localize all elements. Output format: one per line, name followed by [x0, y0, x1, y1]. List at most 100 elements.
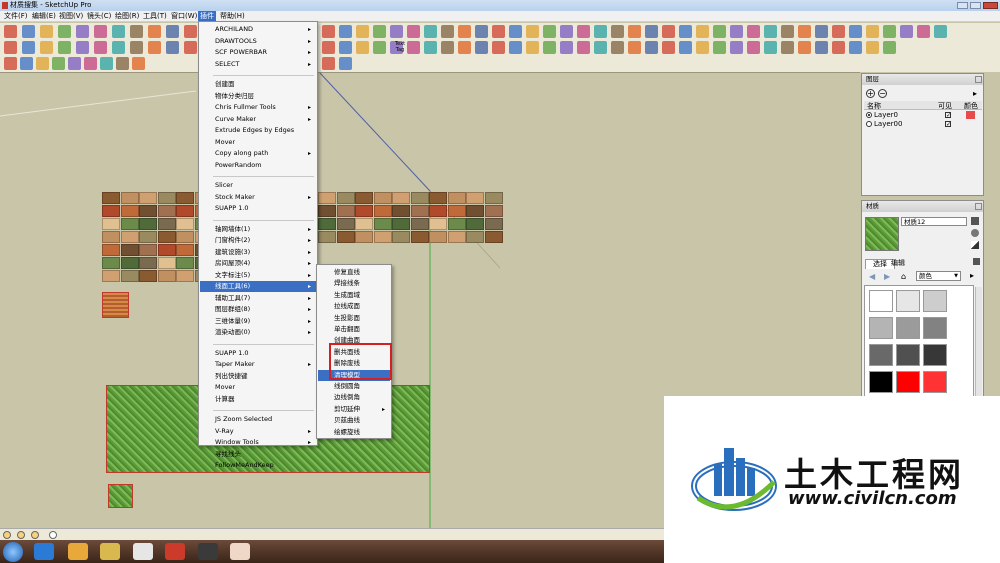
- plugins-menu-item[interactable]: 列出快捷键: [200, 371, 316, 382]
- toolbar-button[interactable]: [509, 25, 522, 38]
- toolbar-button[interactable]: [36, 57, 49, 70]
- sample-paint-icon[interactable]: [971, 241, 979, 249]
- menu-draw[interactable]: 绘图(R): [113, 11, 141, 22]
- color-swatch[interactable]: [923, 290, 947, 312]
- toolbar-button[interactable]: [339, 41, 352, 54]
- toolbar-button[interactable]: [849, 41, 862, 54]
- toolbar-button[interactable]: [560, 25, 573, 38]
- toolbar-button[interactable]: [76, 41, 89, 54]
- color-swatch[interactable]: [896, 290, 920, 312]
- line-tools-menu-item[interactable]: 线倒圆角: [318, 381, 390, 392]
- toolbar-button[interactable]: [441, 25, 454, 38]
- start-icon[interactable]: [3, 542, 23, 562]
- toolbar-button[interactable]: [798, 25, 811, 38]
- toolbar-button[interactable]: [322, 41, 335, 54]
- plugins-menu-item[interactable]: 文字标注(5) ▸: [200, 270, 316, 281]
- toolbar-button[interactable]: [662, 41, 675, 54]
- toolbar-button[interactable]: [184, 41, 197, 54]
- toolbar-button[interactable]: [832, 41, 845, 54]
- line-tools-menu-item[interactable]: 生成面域: [318, 290, 390, 301]
- toolbar-button[interactable]: [441, 41, 454, 54]
- forward-arrow-icon[interactable]: ▶: [884, 272, 890, 281]
- default-material-icon[interactable]: [971, 229, 979, 237]
- panel-close-icon[interactable]: [975, 203, 982, 210]
- toolbar-button[interactable]: [76, 25, 89, 38]
- toolbar-button[interactable]: [645, 25, 658, 38]
- toolbar-button[interactable]: [764, 25, 777, 38]
- toolbar-button[interactable]: [628, 41, 641, 54]
- plugins-menu-item[interactable]: ARCHILAND ▸: [200, 24, 316, 35]
- plugins-menu-item[interactable]: Copy along path ▸: [200, 148, 316, 159]
- line-tools-menu-item[interactable]: 剪切延伸 ▸: [318, 404, 390, 415]
- toolbar-button[interactable]: [577, 25, 590, 38]
- menu-camera[interactable]: 镜头(C): [85, 11, 113, 22]
- line-tools-menu-item[interactable]: 绘螺旋线: [318, 427, 390, 438]
- toolbar-button[interactable]: [900, 25, 913, 38]
- toolbar-button[interactable]: [94, 25, 107, 38]
- toolbar-button[interactable]: [849, 25, 862, 38]
- toolbar-button[interactable]: [58, 25, 71, 38]
- plugins-menu-item[interactable]: 辅助工具(7) ▸: [200, 293, 316, 304]
- toolbar-button[interactable]: [543, 25, 556, 38]
- toolbar-button[interactable]: [730, 25, 743, 38]
- panel-close-icon[interactable]: [975, 76, 982, 83]
- line-tools-menu-item[interactable]: 修复直线: [318, 267, 390, 278]
- toolbar-button[interactable]: [424, 41, 437, 54]
- color-swatch[interactable]: [869, 344, 893, 366]
- toolbar-button[interactable]: [166, 25, 179, 38]
- toolbar-button[interactable]: [407, 41, 420, 54]
- toolbar-button[interactable]: [373, 25, 386, 38]
- plugins-menu-item[interactable]: SUAPP 1.0: [200, 203, 316, 214]
- color-swatch[interactable]: [896, 371, 920, 393]
- toolbar-button[interactable]: [4, 41, 17, 54]
- minimize-icon[interactable]: [957, 2, 968, 9]
- toolbar-button[interactable]: [390, 25, 403, 38]
- plugins-menu-item[interactable]: V-Ray ▸: [200, 426, 316, 437]
- toolbar-button[interactable]: [815, 25, 828, 38]
- library-select[interactable]: 颜色 ▼: [916, 271, 961, 281]
- explorer-icon[interactable]: [100, 543, 120, 560]
- toolbar-button[interactable]: [22, 41, 35, 54]
- toolbar-button[interactable]: [130, 25, 143, 38]
- toolbar-button[interactable]: [492, 41, 505, 54]
- plugins-menu-item[interactable]: 门窗构件(2) ▸: [200, 235, 316, 246]
- active-layer-radio[interactable]: [866, 121, 872, 127]
- details-arrow-icon[interactable]: ▸: [973, 89, 977, 98]
- toolbar-button[interactable]: [883, 25, 896, 38]
- toolbar-button[interactable]: [58, 41, 71, 54]
- toolbar-button[interactable]: [713, 41, 726, 54]
- visible-checkbox[interactable]: ✓: [945, 121, 951, 128]
- menu-view[interactable]: 视图(V): [57, 11, 85, 22]
- toolbar-button[interactable]: [458, 25, 471, 38]
- toolbar-button[interactable]: [356, 41, 369, 54]
- plugins-menu-item[interactable]: JS Zoom Selected: [200, 414, 316, 425]
- plugins-menu-item[interactable]: Slicer: [200, 180, 316, 191]
- plugins-menu-item[interactable]: 计算器: [200, 394, 316, 405]
- layer-color-swatch[interactable]: [966, 111, 975, 119]
- toolbar-button[interactable]: [764, 41, 777, 54]
- plugins-menu-item[interactable]: 物体分类归层: [200, 91, 316, 102]
- plugins-menu-item[interactable]: Stock Maker ▸: [200, 192, 316, 203]
- toolbar-button[interactable]: [148, 41, 161, 54]
- toolbar-button[interactable]: [322, 57, 335, 70]
- line-tools-menu-item[interactable]: 生投影面: [318, 313, 390, 324]
- outlook-icon[interactable]: [68, 543, 88, 560]
- toolbar-button[interactable]: [662, 25, 675, 38]
- plugins-menu-item[interactable]: Taper Maker ▸: [200, 359, 316, 370]
- toolbar-button[interactable]: [832, 25, 845, 38]
- toolbar-button[interactable]: [4, 25, 17, 38]
- add-layer-icon[interactable]: +: [866, 89, 875, 98]
- layer-row[interactable]: Layer00 ✓: [864, 120, 982, 129]
- ie-icon[interactable]: [34, 543, 54, 560]
- toolbar-button[interactable]: [526, 25, 539, 38]
- toolbar-button[interactable]: [526, 41, 539, 54]
- toolbar-button[interactable]: [132, 57, 145, 70]
- toolbar-button[interactable]: [356, 25, 369, 38]
- toolbar-button[interactable]: [594, 25, 607, 38]
- text-tag-button[interactable]: Text Tag: [393, 41, 407, 53]
- line-tools-menu-item[interactable]: 拉线成面: [318, 301, 390, 312]
- toolbar-button[interactable]: [713, 25, 726, 38]
- toolbar-button[interactable]: [40, 25, 53, 38]
- toolbar-button[interactable]: [866, 41, 879, 54]
- line-tools-menu-item[interactable]: 边线倒角: [318, 392, 390, 403]
